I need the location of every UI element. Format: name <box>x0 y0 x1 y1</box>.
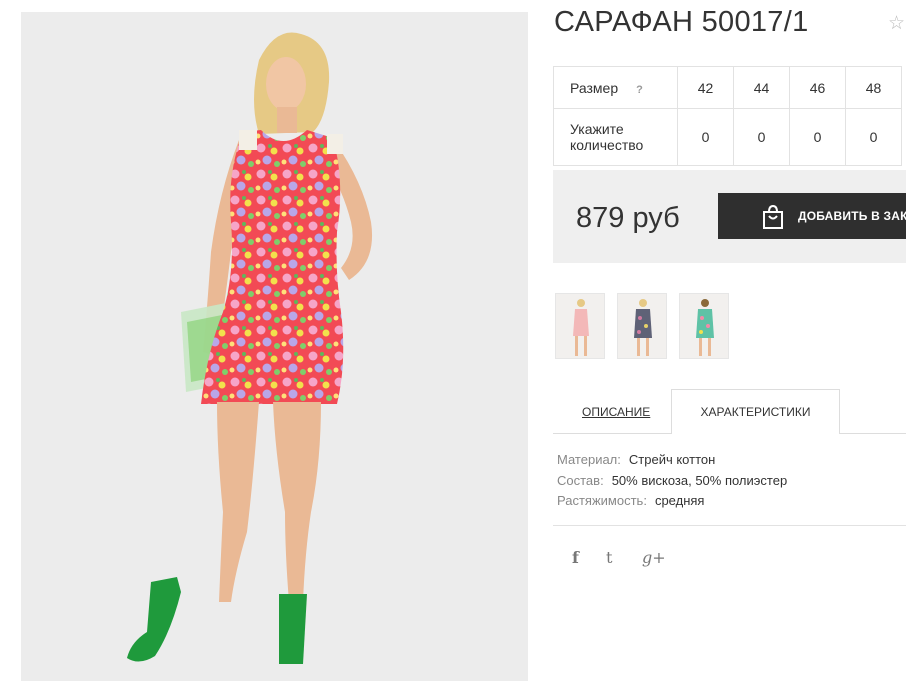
spec-key: Состав: <box>557 472 604 488</box>
size-option-48[interactable]: 48 <box>845 66 902 109</box>
spec-row-stretch: Растяжимость: средняя <box>557 493 787 514</box>
size-help-icon[interactable]: ? <box>636 84 643 96</box>
spec-row-composition: Состав: 50% вискоза, 50% полиэстер <box>557 473 787 494</box>
shopping-bag-icon <box>760 204 786 235</box>
quantity-input-48[interactable]: 0 <box>845 108 902 166</box>
quantity-input-46[interactable]: 0 <box>789 108 846 166</box>
google-plus-icon[interactable]: g+ <box>642 548 666 567</box>
product-title: САРАФАН 50017/1 <box>554 6 809 38</box>
spec-value: 50% вискоза, 50% полиэстер <box>611 472 788 488</box>
quantity-label-cell: Укажите количество <box>553 108 678 166</box>
star-outline-icon[interactable]: ☆ <box>888 12 905 35</box>
size-label: Размер <box>570 79 619 96</box>
spec-key: Материал: <box>557 452 621 467</box>
quantity-input-44[interactable]: 0 <box>733 108 790 166</box>
quantity-input-42[interactable]: 0 <box>677 108 734 166</box>
tab-characteristics[interactable]: ХАРАКТЕРИСТИКИ <box>671 389 840 433</box>
quantity-label: Укажите количество <box>570 121 644 153</box>
facebook-icon[interactable]: f <box>572 548 579 567</box>
pink-dress-thumbnail[interactable] <box>555 293 605 359</box>
spec-value: Стрейч коттон <box>628 452 716 467</box>
model-in-floral-dress-image <box>127 32 373 664</box>
spec-key: Растяжимость: <box>557 493 647 508</box>
grey-floral-dress-thumbnail[interactable] <box>617 293 667 359</box>
add-to-cart-label: ДОБАВИТЬ В ЗАК <box>798 209 906 223</box>
spec-row-material: Материал: Стрейч коттон <box>557 452 787 473</box>
active-tab-gap <box>672 432 839 434</box>
characteristics-list: Материал: Стрейч коттон Состав: 50% вискоз… <box>557 452 787 514</box>
tab-description[interactable]: ОПИСАНИЕ <box>582 405 650 419</box>
size-option-46[interactable]: 46 <box>789 66 846 109</box>
size-option-42[interactable]: 42 <box>677 66 734 109</box>
mint-floral-dress-thumbnail[interactable] <box>679 293 729 359</box>
quantity-row: Укажите количество 0 0 0 0 <box>553 108 902 166</box>
size-quantity-table: Размер? 42 44 46 48 Укажите количество 0… <box>553 66 902 166</box>
price-box: 879 руб ДОБАВИТЬ В ЗАК <box>553 170 906 263</box>
add-to-cart-button[interactable]: ДОБАВИТЬ В ЗАК <box>718 193 906 239</box>
product-main-photo[interactable] <box>21 12 528 681</box>
divider <box>553 525 906 526</box>
size-row: Размер? 42 44 46 48 <box>553 66 902 109</box>
product-price: 879 руб <box>576 202 680 234</box>
size-option-44[interactable]: 44 <box>733 66 790 109</box>
size-label-cell: Размер? <box>553 66 678 109</box>
spec-value: средняя <box>654 493 705 508</box>
twitter-icon[interactable]: t <box>606 548 612 567</box>
